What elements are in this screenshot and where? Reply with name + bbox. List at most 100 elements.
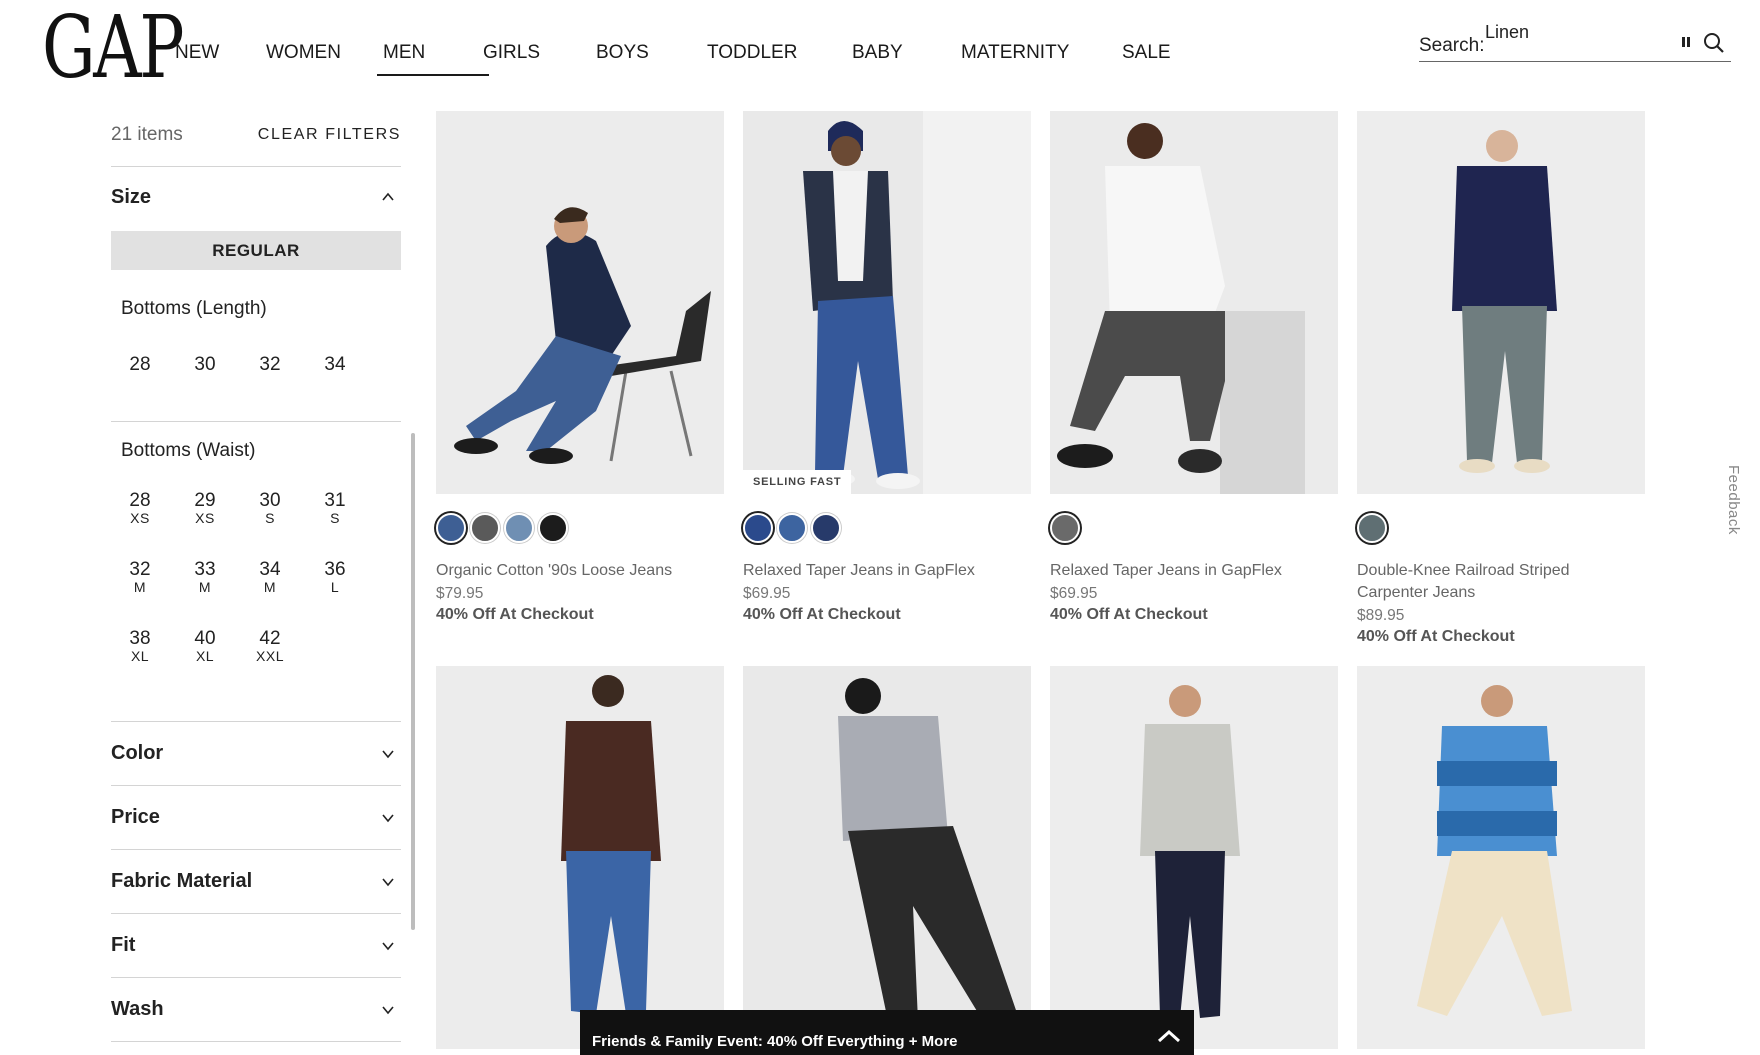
product-card[interactable]: Double-Knee Railroad Striped Carpenter J…: [1357, 111, 1645, 645]
product-promo: 40% Off At Checkout: [436, 606, 594, 623]
divider: [111, 849, 401, 850]
facet-wash-title[interactable]: Wash: [111, 998, 164, 1021]
clear-filters-button[interactable]: CLEAR FILTERS: [258, 126, 401, 144]
waist-option[interactable]: 40 XL: [183, 628, 227, 664]
gap-logo[interactable]: GAP: [42, 5, 184, 91]
waist-option[interactable]: 33 M: [183, 559, 227, 595]
nav-new[interactable]: NEW: [175, 40, 266, 70]
product-promo: 40% Off At Checkout: [1357, 628, 1515, 645]
color-swatch[interactable]: [504, 513, 534, 543]
divider: [111, 1041, 401, 1042]
nav-toddler[interactable]: TODDLER: [707, 40, 852, 70]
promo-bar-text: Friends & Family Event: 40% Off Everythi…: [592, 1033, 958, 1050]
product-card[interactable]: Relaxed Taper Jeans in GapFlex $69.95 40…: [1050, 111, 1338, 623]
waist-option[interactable]: 42 XXL: [248, 628, 292, 664]
chevron-up-icon[interactable]: [381, 190, 395, 204]
length-option[interactable]: 28: [118, 354, 162, 376]
product-card[interactable]: SELLING FAST Relaxed Taper Jeans in GapF…: [743, 111, 1031, 623]
facet-price-title[interactable]: Price: [111, 806, 160, 829]
facet-fabric-title[interactable]: Fabric Material: [111, 870, 252, 893]
divider: [111, 913, 401, 914]
color-swatch[interactable]: [470, 513, 500, 543]
facet-size-title[interactable]: Size: [111, 186, 151, 209]
product-image[interactable]: [436, 111, 724, 494]
selling-fast-badge: SELLING FAST: [743, 470, 852, 494]
product-image[interactable]: [1357, 666, 1645, 1049]
chevron-down-icon[interactable]: [381, 747, 395, 761]
divider: [111, 421, 401, 422]
main-nav: NEW WOMEN MEN GIRLS BOYS TODDLER BABY MA…: [175, 40, 1182, 76]
product-promo: 40% Off At Checkout: [1050, 606, 1208, 623]
nav-women[interactable]: WOMEN: [266, 40, 383, 70]
chevron-down-icon[interactable]: [381, 939, 395, 953]
facet-fit-title[interactable]: Fit: [111, 934, 135, 957]
product-price: $69.95: [1050, 585, 1098, 602]
size-regular-chip[interactable]: REGULAR: [111, 231, 401, 270]
color-swatch[interactable]: [436, 513, 466, 543]
product-name[interactable]: Relaxed Taper Jeans in GapFlex: [1050, 560, 1338, 582]
product-card[interactable]: [743, 666, 1031, 1049]
waist-option[interactable]: 30 S: [248, 490, 292, 526]
color-swatches: [1357, 513, 1391, 543]
product-name[interactable]: Relaxed Taper Jeans in GapFlex: [743, 560, 1031, 582]
nav-girls[interactable]: GIRLS: [483, 40, 596, 70]
product-image[interactable]: [1050, 111, 1338, 494]
waist-option[interactable]: 32 M: [118, 559, 162, 595]
waist-option[interactable]: 31 S: [313, 490, 357, 526]
product-name[interactable]: Organic Cotton '90s Loose Jeans: [436, 560, 724, 582]
search-icon[interactable]: [1703, 32, 1725, 54]
product-price: $69.95: [743, 585, 791, 602]
nav-men[interactable]: MEN: [377, 40, 489, 76]
chevron-down-icon[interactable]: [381, 875, 395, 889]
feedback-tab[interactable]: Feedback: [1725, 465, 1742, 535]
product-card[interactable]: [436, 666, 724, 1049]
search-input[interactable]: [1485, 22, 1675, 43]
facet-color-title[interactable]: Color: [111, 742, 163, 765]
waist-option[interactable]: 36 L: [313, 559, 357, 595]
product-image[interactable]: SELLING FAST: [743, 111, 1031, 494]
divider: [111, 166, 401, 167]
color-swatch[interactable]: [1357, 513, 1387, 543]
nav-boys[interactable]: BOYS: [596, 40, 707, 70]
color-swatches: [1050, 513, 1084, 543]
length-option[interactable]: 30: [183, 354, 227, 376]
search-label: Search:: [1419, 35, 1485, 56]
product-card[interactable]: [1357, 666, 1645, 1049]
items-count: 21 items: [111, 124, 183, 145]
divider: [111, 721, 401, 722]
bottoms-length-title: Bottoms (Length): [121, 298, 267, 319]
color-swatch[interactable]: [777, 513, 807, 543]
product-image[interactable]: [743, 666, 1031, 1049]
divider: [111, 785, 401, 786]
product-image[interactable]: [436, 666, 724, 1049]
color-swatch[interactable]: [1050, 513, 1080, 543]
chevron-down-icon[interactable]: [381, 811, 395, 825]
chevron-up-icon[interactable]: [1156, 1028, 1182, 1044]
bottoms-waist-title: Bottoms (Waist): [121, 440, 256, 461]
product-card[interactable]: [1050, 666, 1338, 1049]
waist-option[interactable]: 28 XS: [118, 490, 162, 526]
promo-bar[interactable]: Friends & Family Event: 40% Off Everythi…: [580, 1010, 1194, 1055]
color-swatch[interactable]: [811, 513, 841, 543]
divider: [111, 977, 401, 978]
length-option[interactable]: 32: [248, 354, 292, 376]
sidebar-scrollbar[interactable]: [411, 433, 415, 930]
nav-sale[interactable]: SALE: [1122, 40, 1182, 70]
length-option[interactable]: 34: [313, 354, 357, 376]
chevron-down-icon[interactable]: [381, 1003, 395, 1017]
search-bar: Search:: [1419, 20, 1731, 62]
waist-option[interactable]: 34 M: [248, 559, 292, 595]
nav-maternity[interactable]: MATERNITY: [961, 40, 1122, 70]
pause-icon[interactable]: [1680, 36, 1692, 48]
color-swatches: [743, 513, 845, 543]
waist-option[interactable]: 38 XL: [118, 628, 162, 664]
product-image[interactable]: [1050, 666, 1338, 1049]
product-name[interactable]: Double-Knee Railroad Striped Carpenter J…: [1357, 560, 1645, 604]
product-image[interactable]: [1357, 111, 1645, 494]
product-card[interactable]: Organic Cotton '90s Loose Jeans $79.95 4…: [436, 111, 724, 623]
nav-baby[interactable]: BABY: [852, 40, 961, 70]
color-swatch[interactable]: [743, 513, 773, 543]
waist-option[interactable]: 29 XS: [183, 490, 227, 526]
color-swatch[interactable]: [538, 513, 568, 543]
color-swatches: [436, 513, 572, 543]
